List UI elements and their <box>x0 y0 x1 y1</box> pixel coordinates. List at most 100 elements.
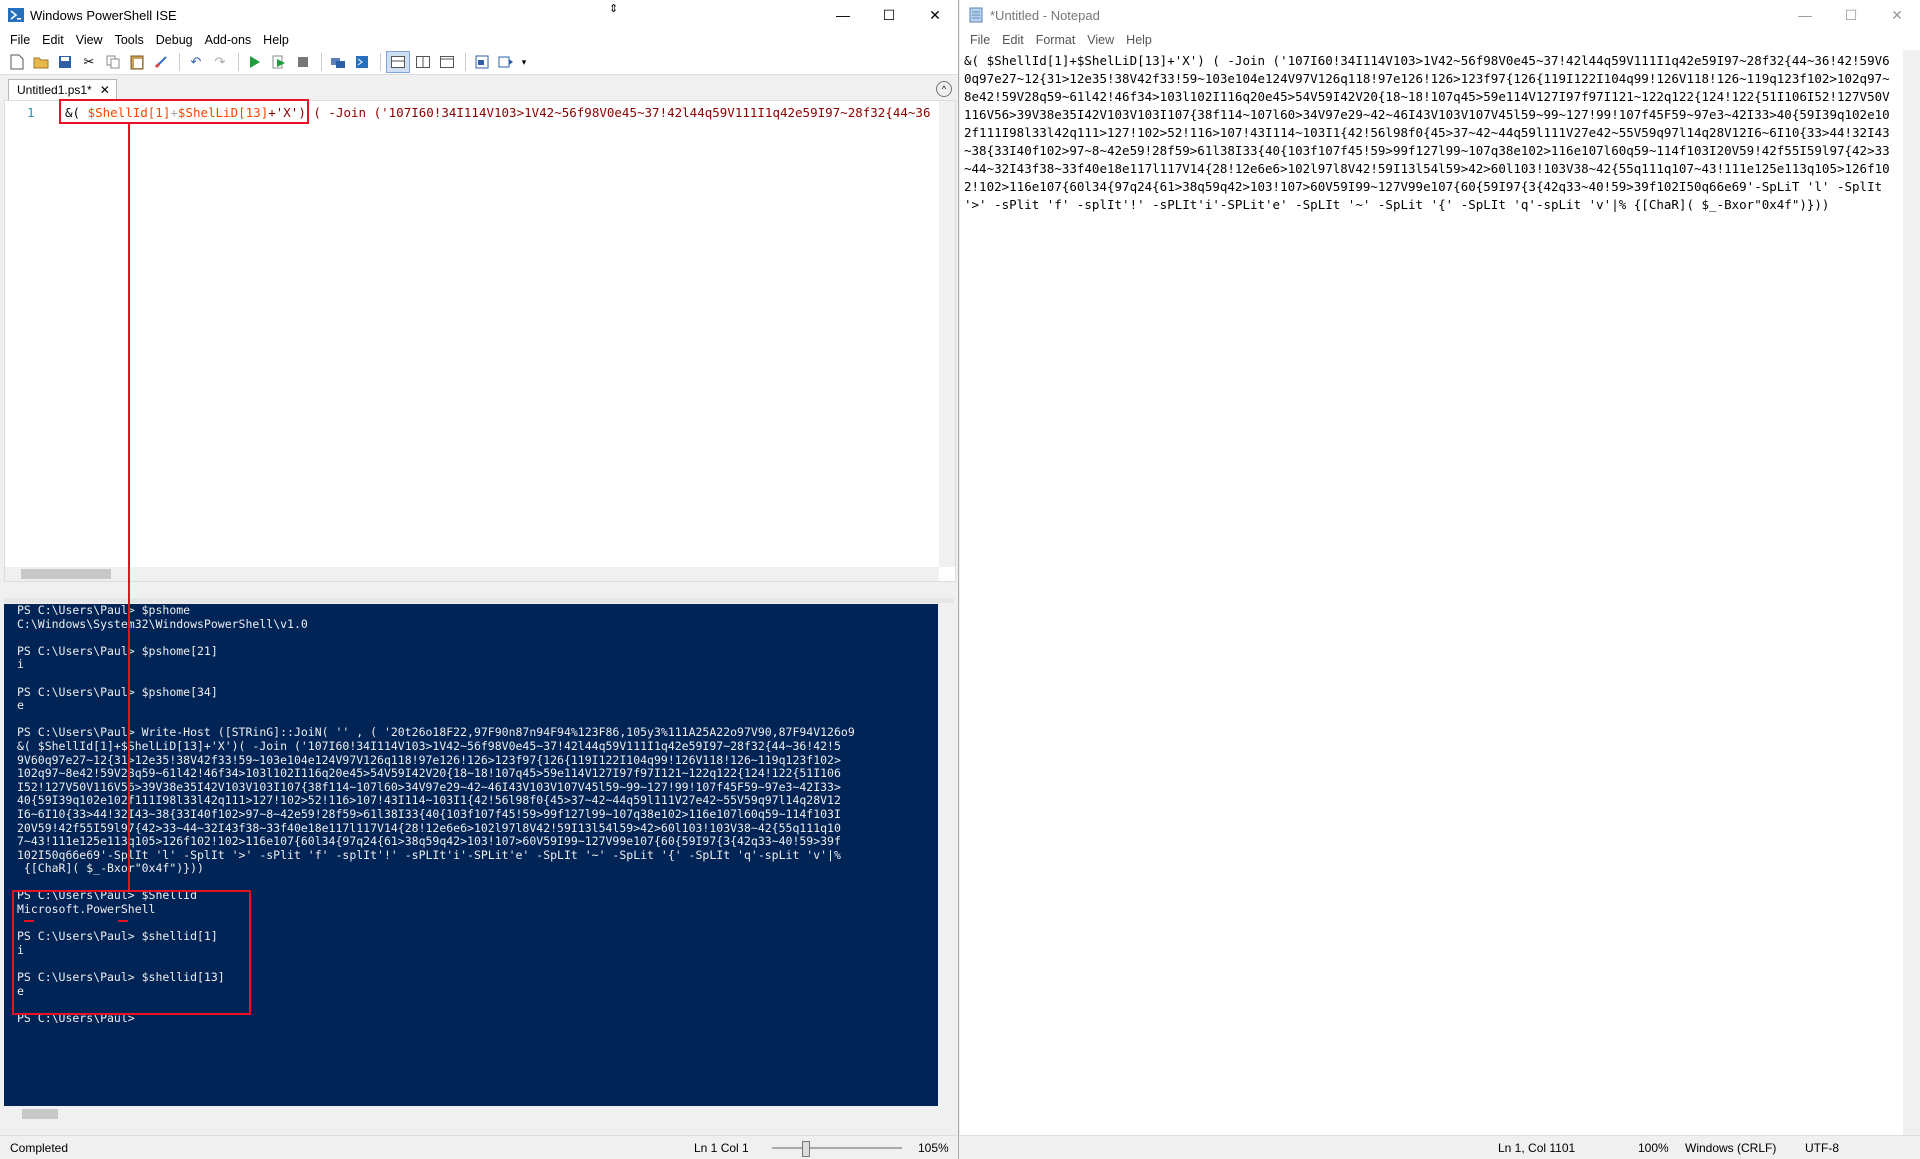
open-folder-icon[interactable] <box>30 52 52 72</box>
console-line: PS C:\Users\Paul> $pshome[21] <box>17 643 218 658</box>
run-script-icon[interactable] <box>244 52 266 72</box>
console-line: PS C:\Users\Paul> Write-Host ([STRinG]::… <box>17 725 855 740</box>
collapse-script-pane-icon[interactable]: ^ <box>936 81 952 97</box>
notepad-encoding: UTF-8 <box>1805 1141 1839 1155</box>
console-line: {[ChaR]( $_-Bxor"0x4f")})) <box>17 861 204 876</box>
resize-cursor-icon: ⇕ <box>609 3 619 15</box>
notepad-close-button[interactable]: ✕ <box>1874 0 1920 30</box>
underline-e <box>118 920 128 922</box>
editor-horizontal-scrollbar[interactable] <box>5 567 939 581</box>
console-line: &( $ShellId[1]+$ShelLiD[13]+'X')( -Join … <box>17 738 841 753</box>
console-scroll-thumb[interactable] <box>22 1109 58 1119</box>
editor-vertical-scrollbar[interactable] <box>939 101 955 567</box>
status-position: Ln 1 Col 1 <box>694 1141 749 1155</box>
ise-toolbar: ✂ ↶ ↷ ▾ <box>0 50 958 75</box>
code-prefix: &( <box>65 105 88 120</box>
show-script-right-icon[interactable] <box>412 52 434 72</box>
pane-splitter[interactable] <box>4 598 954 603</box>
run-selection-icon[interactable] <box>268 52 290 72</box>
console-horizontal-scrollbar[interactable] <box>4 1106 938 1122</box>
menu-tools[interactable]: Tools <box>109 33 150 47</box>
console-line: 102q97~8e42!59V28q59~61l42!46f34>103l102… <box>17 766 841 781</box>
maximize-button[interactable]: ☐ <box>866 0 912 30</box>
notepad-title-bar[interactable]: *Untitled - Notepad — ☐ ✕ <box>960 0 1920 30</box>
notepad-menu-file[interactable]: File <box>964 33 996 47</box>
notepad-menu-edit[interactable]: Edit <box>996 33 1030 47</box>
console-vertical-scrollbar[interactable] <box>938 604 954 1106</box>
console-line: e <box>17 983 24 998</box>
code-join-rest: ( -Join ('107I60!34I114V103>1V42~56f98V0… <box>305 105 931 120</box>
console-line: I52!127V50V116V56>39V38e35I42V103V103I10… <box>17 779 841 794</box>
ise-title: Windows PowerShell ISE <box>30 7 177 23</box>
save-icon[interactable] <box>54 52 76 72</box>
status-state: Completed <box>10 1141 69 1155</box>
ise-status-bar: Completed Ln 1 Col 1 105% <box>0 1135 958 1159</box>
console-pane[interactable]: PS C:\Users\Paul> $pshome C:\Windows\Syst… <box>4 604 954 1106</box>
menu-debug[interactable]: Debug <box>150 33 199 47</box>
console-line: Microsoft.PowerShell <box>17 902 156 917</box>
notepad-menu-help[interactable]: Help <box>1120 33 1158 47</box>
code-shellid-var-2: $ShelLiD[13] <box>177 105 269 120</box>
notepad-window: *Untitled - Notepad — ☐ ✕ File Edit Form… <box>960 0 1920 1159</box>
console-line: PS C:\Users\Paul> $ShellId <box>17 888 198 903</box>
remote-powershell-icon[interactable] <box>327 52 349 72</box>
console-line: I6~6I10{33>44!32I43~38{33I40f102>97~8~42… <box>17 806 841 821</box>
script-editor[interactable]: 1 &( $ShellId[1]+$ShelLiD[13]+'X') ( -Jo… <box>4 100 956 582</box>
code-x-concat: +'X') <box>268 105 306 120</box>
close-button[interactable]: ✕ <box>912 0 958 30</box>
notepad-position: Ln 1, Col 1101 <box>1498 1141 1576 1155</box>
script-code-line[interactable]: &( $ShellId[1]+$ShelLiD[13]+'X') ( -Join… <box>65 105 931 120</box>
highlight-connector-line <box>128 123 130 890</box>
zoom-slider-thumb[interactable] <box>802 1141 810 1157</box>
show-script-maximized-icon[interactable] <box>436 52 458 72</box>
clear-console-icon[interactable] <box>150 52 172 72</box>
show-command-window-icon[interactable] <box>471 52 493 72</box>
underline-i <box>24 920 34 922</box>
notepad-menu-format[interactable]: Format <box>1030 33 1082 47</box>
notepad-menu-view[interactable]: View <box>1081 33 1120 47</box>
paste-icon[interactable] <box>126 52 148 72</box>
console-line: PS C:\Users\Paul> <box>17 1010 135 1025</box>
copy-icon[interactable] <box>102 52 124 72</box>
show-command-addon-icon[interactable] <box>495 52 517 72</box>
notepad-icon <box>968 7 984 23</box>
notepad-status-bar: Ln 1, Col 1101 100% Windows (CRLF) UTF-8 <box>960 1135 1920 1159</box>
editor-scroll-thumb[interactable] <box>21 569 111 579</box>
code-plus: + <box>170 105 178 120</box>
stop-icon[interactable] <box>292 52 314 72</box>
menu-view[interactable]: View <box>70 33 109 47</box>
ise-menu-bar: File Edit View Tools Debug Add-ons Help <box>0 30 958 50</box>
toolbar-overflow-icon[interactable]: ▾ <box>519 52 529 72</box>
zoom-slider[interactable] <box>772 1141 902 1157</box>
minimize-button[interactable]: — <box>820 0 866 30</box>
new-file-icon[interactable] <box>6 52 28 72</box>
show-script-top-icon[interactable] <box>386 51 410 73</box>
console-line: 9V60q97e27~12{31>12e35!38V42f33!59~103e1… <box>17 752 841 767</box>
notepad-text-area[interactable]: &( $ShellId[1]+$ShelLiD[13]+'X') ( -Join… <box>964 52 1896 214</box>
console-line: 40{59I39q102e102f111I98l33l42q111>127!10… <box>17 793 841 808</box>
console-line: PS C:\Users\Paul> $pshome[34] <box>17 684 218 699</box>
undo-icon[interactable]: ↶ <box>185 52 207 72</box>
menu-edit[interactable]: Edit <box>36 33 70 47</box>
cut-icon[interactable]: ✂ <box>78 52 100 72</box>
console-line: 20V59!42f55I59l97{42>33~44~32I43f38~33f4… <box>17 820 841 835</box>
tab-untitled1[interactable]: Untitled1.ps1* ✕ <box>8 79 117 100</box>
menu-file[interactable]: File <box>4 33 36 47</box>
notepad-line-ending: Windows (CRLF) <box>1685 1141 1777 1155</box>
ise-title-bar[interactable]: Windows PowerShell ISE ⇕ — ☐ ✕ <box>0 0 958 30</box>
close-tab-icon[interactable]: ✕ <box>100 83 110 97</box>
start-powershell-icon[interactable] <box>351 52 373 72</box>
notepad-minimize-button[interactable]: — <box>1782 0 1828 30</box>
notepad-vertical-scrollbar[interactable] <box>1903 50 1920 1135</box>
notepad-zoom: 100% <box>1638 1141 1669 1155</box>
console-line: i <box>17 657 24 672</box>
menu-addons[interactable]: Add-ons <box>199 33 258 47</box>
redo-icon[interactable]: ↷ <box>209 52 231 72</box>
menu-help[interactable]: Help <box>257 33 295 47</box>
console-line: 7~43!111e125e113q105>126f102!102>116e107… <box>17 834 841 849</box>
notepad-maximize-button[interactable]: ☐ <box>1828 0 1874 30</box>
